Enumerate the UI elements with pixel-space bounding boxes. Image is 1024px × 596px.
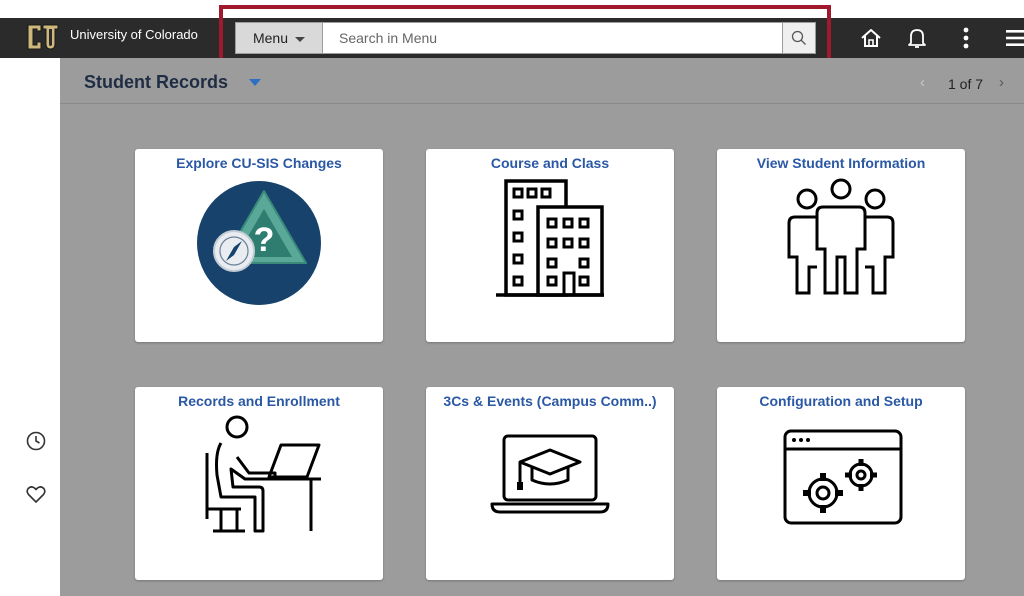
menu-label: Menu [252, 30, 289, 46]
menu-dropdown-button[interactable]: Menu [235, 22, 323, 54]
tile-3cs-and-events[interactable]: 3Cs & Events (Campus Comm..) [426, 387, 674, 580]
cu-logo-icon[interactable] [26, 22, 60, 52]
search-input[interactable] [323, 23, 782, 53]
laptop-graduation-icon [490, 434, 610, 514]
tile-title: Configuration and Setup [759, 393, 923, 409]
more-vertical-icon [963, 27, 969, 49]
tile-title: View Student Information [756, 155, 926, 171]
recent-history-icon[interactable] [25, 430, 47, 452]
tile-view-student-information[interactable]: View Student Information [717, 149, 965, 342]
home-icon [861, 29, 881, 47]
svg-text:?: ? [254, 221, 275, 259]
tile-title: Records and Enrollment [178, 393, 340, 409]
favorites-heart-icon[interactable] [25, 483, 47, 505]
tile-title: 3Cs & Events (Campus Comm..) [443, 393, 657, 409]
people-icon [787, 178, 895, 295]
search-button[interactable] [782, 22, 816, 54]
navbar-button[interactable] [1004, 26, 1024, 50]
pager-next-button[interactable]: › [999, 74, 1004, 91]
home-button[interactable] [859, 26, 883, 50]
search-icon [791, 30, 806, 45]
title-dropdown-icon[interactable] [249, 79, 261, 86]
actions-menu-button[interactable] [954, 26, 978, 50]
tile-explore-cu-sis-changes[interactable]: Explore CU-SIS Changes ? [135, 149, 383, 342]
pager-text: 1 of 7 [948, 76, 984, 92]
bell-icon [908, 29, 926, 48]
page-title[interactable]: Student Records [84, 72, 228, 93]
buildings-icon [496, 179, 604, 297]
caret-down-icon [295, 36, 306, 42]
pager-prev-button[interactable]: ‹ [920, 74, 925, 91]
tile-course-and-class[interactable]: Course and Class [426, 149, 674, 342]
notifications-button[interactable] [905, 26, 929, 50]
tile-title: Course and Class [490, 155, 610, 171]
search-field[interactable] [323, 22, 783, 54]
tile-configuration-and-setup[interactable]: Configuration and Setup [717, 387, 965, 580]
browser-gears-icon [783, 429, 903, 525]
student-desk-icon [205, 415, 321, 533]
org-name[interactable]: University of Colorado [70, 27, 198, 42]
left-rail [0, 58, 60, 596]
tile-records-and-enrollment[interactable]: Records and Enrollment [135, 387, 383, 580]
tile-title: Explore CU-SIS Changes [176, 155, 342, 171]
compass-question-icon: ? [197, 181, 321, 305]
hamburger-icon [1006, 30, 1024, 46]
